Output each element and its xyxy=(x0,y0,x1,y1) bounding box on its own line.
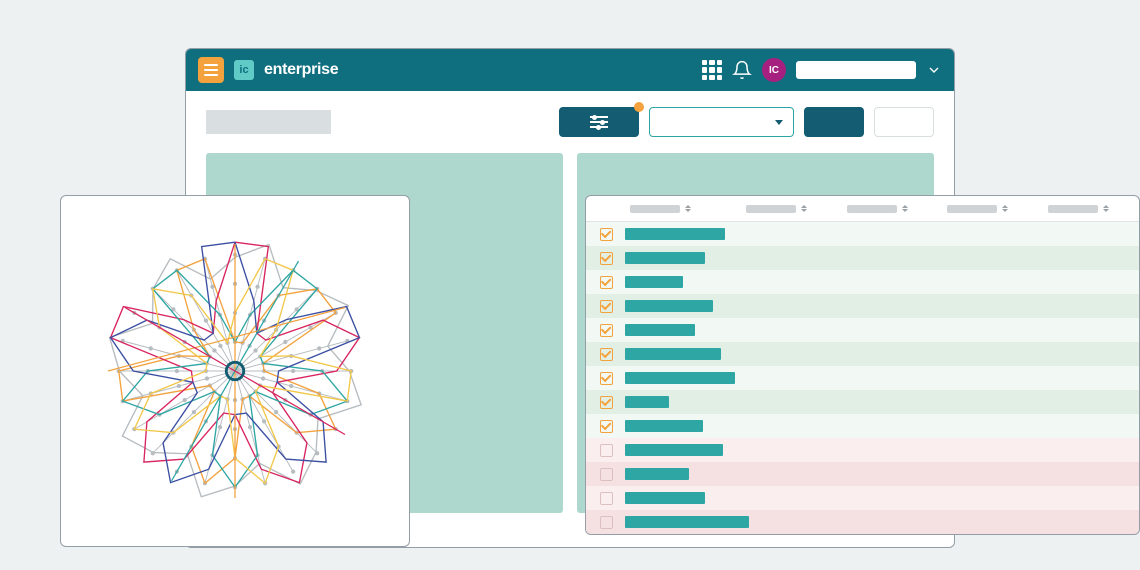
row-value-bar xyxy=(625,324,695,336)
row-checkbox[interactable] xyxy=(600,396,613,409)
row-value-bar xyxy=(625,516,749,528)
row-value-bar xyxy=(625,300,713,312)
table-row[interactable] xyxy=(586,222,1139,246)
page-title xyxy=(206,110,331,134)
row-checkbox[interactable] xyxy=(600,300,613,313)
column-label xyxy=(847,205,897,213)
user-avatar[interactable]: IC xyxy=(762,58,786,82)
logo-text: enterprise xyxy=(264,61,338,79)
row-checkbox[interactable] xyxy=(600,348,613,361)
table-card xyxy=(585,195,1140,535)
row-checkbox[interactable] xyxy=(600,324,613,337)
sort-icon[interactable] xyxy=(800,205,808,212)
table-row[interactable] xyxy=(586,246,1139,270)
primary-action-button[interactable] xyxy=(804,107,864,137)
table-row[interactable] xyxy=(586,438,1139,462)
row-checkbox[interactable] xyxy=(600,516,613,529)
column-header[interactable] xyxy=(596,205,727,213)
table-row[interactable] xyxy=(586,486,1139,510)
secondary-action-button[interactable] xyxy=(874,107,934,137)
column-header[interactable] xyxy=(1028,205,1129,213)
table-row[interactable] xyxy=(586,462,1139,486)
row-value-bar xyxy=(625,420,703,432)
column-header[interactable] xyxy=(727,205,828,213)
row-value-bar xyxy=(625,276,683,288)
column-label xyxy=(947,205,997,213)
caret-down-icon xyxy=(775,120,783,125)
notifications-icon[interactable] xyxy=(732,60,752,80)
row-value-bar xyxy=(625,444,723,456)
column-label xyxy=(630,205,680,213)
column-header[interactable] xyxy=(827,205,928,213)
apps-grid-icon[interactable] xyxy=(702,60,722,80)
table-row[interactable] xyxy=(586,510,1139,534)
sort-icon[interactable] xyxy=(901,205,909,212)
row-checkbox[interactable] xyxy=(600,492,613,505)
filter-dropdown[interactable] xyxy=(649,107,794,137)
table-row[interactable] xyxy=(586,270,1139,294)
sliders-icon xyxy=(590,116,608,128)
table-row[interactable] xyxy=(586,318,1139,342)
table-row[interactable] xyxy=(586,390,1139,414)
column-label xyxy=(1048,205,1098,213)
logo-badge: ic xyxy=(234,60,254,80)
filter-button[interactable] xyxy=(559,107,639,137)
search-input[interactable] xyxy=(796,61,916,79)
app-header: ic enterprise IC xyxy=(186,49,954,91)
row-checkbox[interactable] xyxy=(600,252,613,265)
row-value-bar xyxy=(625,396,669,408)
row-checkbox[interactable] xyxy=(600,372,613,385)
column-header[interactable] xyxy=(928,205,1029,213)
column-label xyxy=(746,205,796,213)
row-checkbox[interactable] xyxy=(600,228,613,241)
row-checkbox[interactable] xyxy=(600,444,613,457)
chevron-down-icon[interactable] xyxy=(926,62,942,78)
row-value-bar xyxy=(625,468,689,480)
row-value-bar xyxy=(625,372,735,384)
chart-card xyxy=(60,195,410,547)
filter-badge xyxy=(634,102,644,112)
menu-button[interactable] xyxy=(198,57,224,83)
sort-icon[interactable] xyxy=(1102,205,1110,212)
row-value-bar xyxy=(625,492,705,504)
table-header xyxy=(586,196,1139,222)
table-row[interactable] xyxy=(586,414,1139,438)
table-row[interactable] xyxy=(586,366,1139,390)
row-checkbox[interactable] xyxy=(600,420,613,433)
row-value-bar xyxy=(625,228,725,240)
row-value-bar xyxy=(625,252,705,264)
row-value-bar xyxy=(625,348,721,360)
table-body xyxy=(586,222,1139,534)
table-row[interactable] xyxy=(586,342,1139,366)
radial-network-chart xyxy=(80,216,390,526)
sort-icon[interactable] xyxy=(684,205,692,212)
app-toolbar xyxy=(186,91,954,153)
table-row[interactable] xyxy=(586,294,1139,318)
row-checkbox[interactable] xyxy=(600,468,613,481)
sort-icon[interactable] xyxy=(1001,205,1009,212)
row-checkbox[interactable] xyxy=(600,276,613,289)
